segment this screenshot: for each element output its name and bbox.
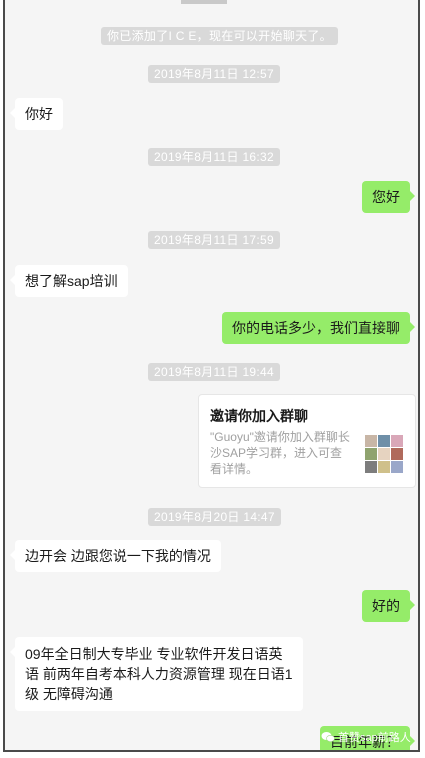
message-bubble-right[interactable]: 好的	[362, 590, 415, 622]
timestamp: 2019年8月11日 12:57	[148, 65, 280, 83]
message-text: 09年全日制大专毕业 专业软件开发日语英语 前两年自考本科人力资源管理 现在日语…	[25, 646, 293, 702]
timestamp: 2019年8月11日 19:44	[148, 363, 280, 381]
bubble-tail	[10, 550, 15, 560]
message-text: 想了解sap培训	[25, 273, 118, 289]
watermark: 首赞sap前路人	[321, 729, 411, 745]
group-avatar-icon	[365, 435, 403, 473]
message-text: 你好	[25, 106, 53, 122]
message-text: 好的	[372, 598, 400, 614]
message-bubble-left[interactable]: 想了解sap培训	[10, 265, 128, 297]
message-bubble-left[interactable]: 09年全日制大专毕业 专业软件开发日语英语 前两年自考本科人力资源管理 现在日语…	[10, 637, 303, 711]
wechat-logo-icon	[321, 732, 335, 743]
message-bubble-left[interactable]: 你好	[10, 98, 63, 130]
bubble-tail	[410, 600, 415, 610]
invite-card-title: 邀请你加入群聊	[210, 408, 308, 424]
timestamp: 2019年8月20日 14:47	[148, 508, 281, 526]
bubble-tail	[410, 191, 415, 201]
message-text: 您好	[372, 189, 400, 205]
timestamp: 2019年8月11日 17:59	[148, 231, 280, 249]
message-bubble-left[interactable]: 边开会 边跟您说一下我的情况	[10, 540, 221, 572]
watermark-text: 首赞sap前路人	[338, 732, 411, 744]
bubble-tail	[10, 647, 15, 657]
scroll-indicator	[181, 0, 227, 4]
message-text: 边开会 边跟您说一下我的情况	[25, 548, 211, 564]
group-invite-card[interactable]: 邀请你加入群聊 "Guoyu"邀请你加入群聊长沙SAP学习群，进入可查看详情。	[198, 394, 416, 488]
message-bubble-right[interactable]: 您好	[362, 181, 415, 213]
timestamp: 2019年8月11日 16:32	[148, 148, 280, 166]
message-bubble-right[interactable]: 你的电话多少，我们直接聊	[222, 312, 415, 344]
system-notice: 你已添加了I C E，现在可以开始聊天了。	[101, 27, 338, 45]
invite-card-description: "Guoyu"邀请你加入群聊长沙SAP学习群，进入可查看详情。	[210, 430, 350, 476]
bubble-tail	[10, 108, 15, 118]
bubble-tail	[10, 275, 15, 285]
bubble-tail	[410, 322, 415, 332]
chat-window: 你已添加了I C E，现在可以开始聊天了。 2019年8月11日 12:57 你…	[3, 0, 420, 752]
message-text: 你的电话多少，我们直接聊	[232, 320, 400, 336]
